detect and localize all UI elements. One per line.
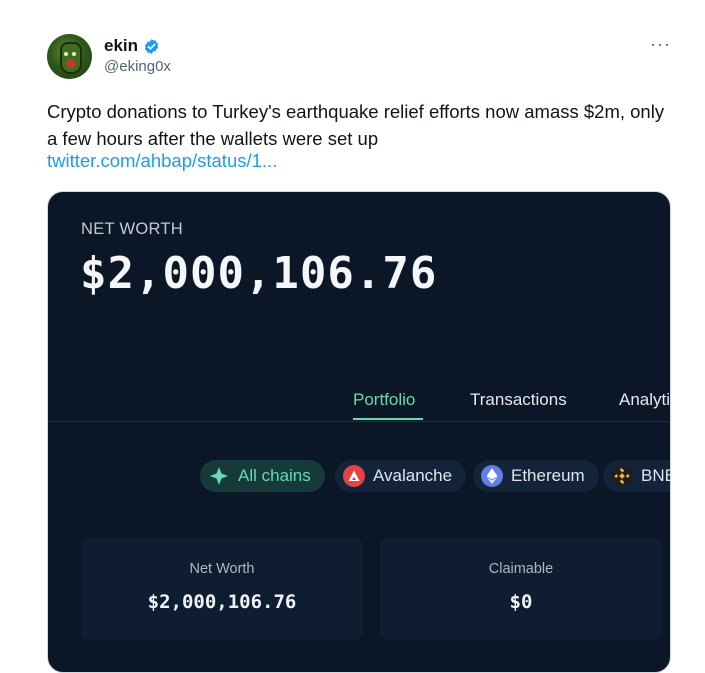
stat-value: $0 bbox=[509, 591, 533, 613]
stat-value: $2,000,106.76 bbox=[147, 591, 297, 613]
tab-portfolio[interactable]: Portfolio bbox=[353, 390, 415, 410]
stat-label: Net Worth bbox=[189, 561, 255, 577]
stat-card-claimable: Claimable $0 bbox=[380, 539, 662, 639]
avatar[interactable] bbox=[47, 34, 92, 79]
tab-transactions[interactable]: Transactions bbox=[470, 390, 567, 410]
tab-analytics[interactable]: Analyti bbox=[619, 390, 670, 410]
verified-badge-icon bbox=[144, 38, 159, 54]
stat-label: Claimable bbox=[488, 561, 554, 577]
author-handle[interactable]: @eking0x bbox=[104, 58, 171, 75]
bnb-icon bbox=[611, 465, 633, 487]
avatar-eye bbox=[64, 52, 68, 56]
active-tab-indicator bbox=[353, 418, 423, 420]
chain-chip-label: Avalanche bbox=[373, 466, 453, 485]
author-name[interactable]: ekin bbox=[104, 36, 138, 56]
avalanche-icon bbox=[343, 465, 365, 487]
net-worth-label: NET WORTH bbox=[81, 220, 184, 238]
diamond-cross-icon bbox=[208, 465, 230, 487]
chain-chip-ethereum[interactable]: Ethereum bbox=[473, 460, 599, 492]
chain-chip-bnb[interactable]: BNB bbox=[603, 460, 670, 492]
more-options-icon[interactable]: ··· bbox=[650, 34, 671, 55]
embedded-image-card[interactable]: NET WORTH $2,000,106.76 Portfolio Transa… bbox=[47, 191, 671, 673]
chain-chip-avalanche[interactable]: Avalanche bbox=[335, 460, 467, 492]
ethereum-icon bbox=[481, 465, 503, 487]
stat-card-net-worth: Net Worth $2,000,106.76 bbox=[81, 539, 363, 639]
net-worth-value: $2,000,106.76 bbox=[80, 248, 438, 299]
chain-chip-label: Ethereum bbox=[511, 466, 585, 485]
avatar-mouth bbox=[66, 59, 76, 68]
chain-chip-label: All chains bbox=[238, 466, 311, 485]
tabs-divider bbox=[48, 421, 670, 422]
tweet-text: Crypto donations to Turkey's earthquake … bbox=[47, 101, 665, 149]
chain-chip-label: BNB bbox=[641, 466, 670, 485]
chain-chip-all[interactable]: All chains bbox=[200, 460, 325, 492]
tweet-link[interactable]: twitter.com/ahbap/status/1... bbox=[47, 150, 277, 172]
avatar-eye bbox=[72, 52, 76, 56]
avatar-face bbox=[60, 42, 82, 74]
author-name-row[interactable]: ekin bbox=[104, 36, 160, 56]
